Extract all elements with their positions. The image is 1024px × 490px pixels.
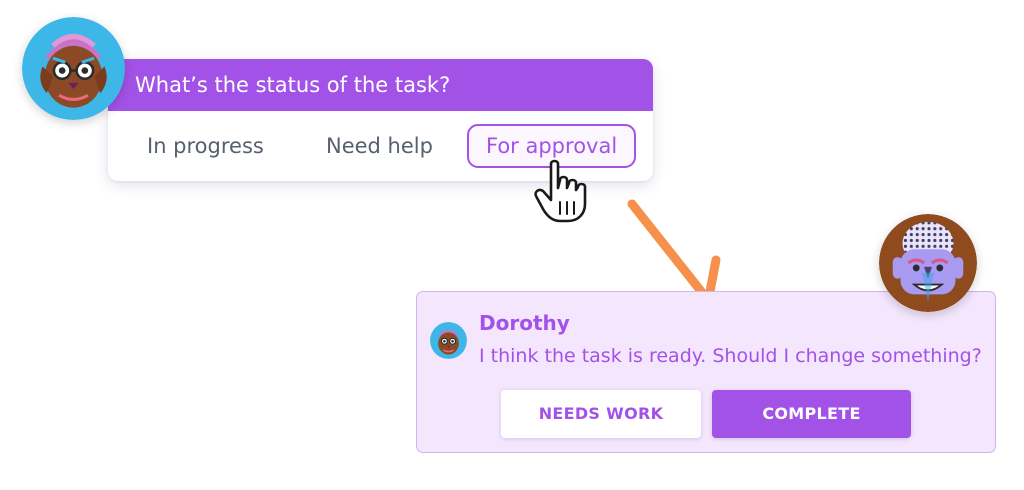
reply-author-name: Dorothy — [479, 311, 570, 335]
reply-message-text: I think the task is ready. Should I chan… — [479, 345, 982, 367]
responder-avatar — [879, 214, 977, 312]
option-need-help[interactable]: Need help — [326, 124, 433, 168]
reply-message-card: Dorothy I think the task is ready. Shoul… — [416, 291, 996, 453]
reply-author-avatar — [430, 322, 467, 359]
asker-avatar — [22, 17, 125, 120]
hand-pointer-cursor-icon — [534, 159, 587, 223]
option-in-progress[interactable]: In progress — [147, 124, 264, 168]
poll-question: What’s the status of the task? — [108, 59, 653, 111]
complete-button[interactable]: COMPLETE — [712, 390, 911, 438]
needs-work-button[interactable]: NEEDS WORK — [501, 390, 701, 438]
